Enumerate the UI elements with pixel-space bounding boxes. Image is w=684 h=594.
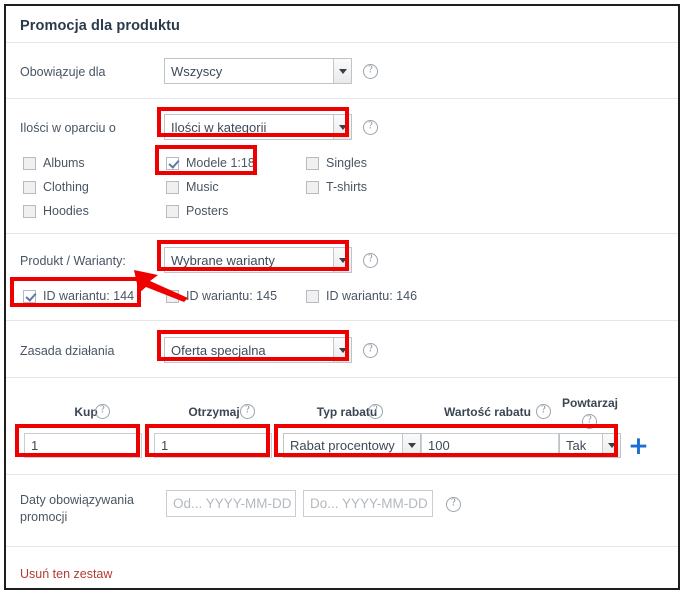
select-discount-type-value: Rabat procentowy <box>290 438 395 453</box>
select-repeat[interactable]: Tak <box>559 433 621 458</box>
chevron-down-icon[interactable] <box>333 115 351 139</box>
checkbox-label: ID wariantu: 146 <box>326 289 418 303</box>
checkbox-label: ID wariantu: 145 <box>186 289 278 303</box>
checkbox-variant-146[interactable]: ID wariantu: 146 <box>306 289 417 303</box>
divider-3 <box>6 320 678 321</box>
checkbox-label: T-shirts <box>326 180 367 194</box>
checkbox-label: Hoodies <box>43 204 89 218</box>
checkbox-label: ID wariantu: 144 <box>43 289 135 303</box>
select-applies-to[interactable]: Wszyscy <box>164 58 352 84</box>
checkbox-modele-118[interactable]: Modele 1:18 <box>166 156 255 170</box>
checkbox-box[interactable] <box>306 156 319 170</box>
checkbox-label: Posters <box>186 204 229 218</box>
checkbox-box[interactable] <box>23 204 36 218</box>
checkbox-box[interactable] <box>166 180 179 194</box>
label-quantities-based-on: Ilości w oparciu o <box>20 121 116 135</box>
checkbox-box[interactable] <box>23 180 36 194</box>
checkbox-tshirts[interactable]: T-shirts <box>306 180 367 194</box>
help-icon-quantities-based-on[interactable]: ? <box>363 120 378 135</box>
checkbox-label: Music <box>186 180 219 194</box>
help-icon-dates[interactable]: ? <box>446 497 461 512</box>
help-icon-get[interactable]: ? <box>240 404 255 419</box>
help-icon-discount-type[interactable]: ? <box>368 404 383 419</box>
checkbox-albums[interactable]: Albums <box>23 156 85 170</box>
checkbox-variant-145[interactable]: ID wariantu: 145 <box>166 289 277 303</box>
select-applies-to-value: Wszyscy <box>171 63 223 79</box>
header-repeat: Powtarzaj <box>561 396 618 410</box>
checkbox-label: Singles <box>326 156 367 170</box>
input-buy[interactable]: 1 <box>24 433 142 458</box>
select-discount-type[interactable]: Rabat procentowy <box>283 433 421 458</box>
input-date-from[interactable]: Od... YYYY-MM-DD <box>166 490 296 517</box>
chevron-down-icon[interactable] <box>333 59 351 83</box>
help-icon-action-rule[interactable]: ? <box>363 343 378 358</box>
screenshot-root: Promocja dla produktu Obowiązuje dla Wsz… <box>0 0 684 594</box>
divider-1 <box>6 98 678 99</box>
select-action-rule[interactable]: Oferta specjalna <box>164 337 352 363</box>
checkbox-box[interactable] <box>166 289 179 303</box>
select-product-variants-value: Wybrane warianty <box>171 252 275 268</box>
label-action-rule: Zasada działania <box>20 344 115 358</box>
chevron-down-icon[interactable] <box>333 248 351 272</box>
header-get: Otrzymaj <box>188 405 240 419</box>
checkbox-label: Modele 1:18 <box>186 156 255 170</box>
promotion-panel: Promocja dla produktu Obowiązuje dla Wsz… <box>4 4 680 590</box>
help-icon-buy[interactable]: ? <box>95 404 110 419</box>
chevron-down-icon[interactable] <box>602 434 620 457</box>
label-dates: Daty obowiązywania promocji <box>20 493 134 524</box>
divider-6 <box>6 546 678 547</box>
help-icon-repeat[interactable]: ? <box>582 414 597 429</box>
help-icon-discount-value[interactable]: ? <box>536 404 551 419</box>
checkbox-box-checked[interactable] <box>23 289 36 303</box>
checkbox-variant-144[interactable]: ID wariantu: 144 <box>23 289 134 303</box>
select-action-rule-value: Oferta specjalna <box>171 342 266 358</box>
checkbox-box[interactable] <box>306 180 319 194</box>
page-title: Promocja dla produktu <box>20 18 181 34</box>
select-quantities-based-on-value: Ilości w kategorii <box>171 119 267 135</box>
add-row-button[interactable]: + <box>628 433 649 458</box>
help-icon-product-variants[interactable]: ? <box>363 253 378 268</box>
checkbox-clothing[interactable]: Clothing <box>23 180 89 194</box>
label-applies-to: Obowiązuje dla <box>20 65 106 79</box>
checkbox-label: Albums <box>43 156 85 170</box>
divider-4 <box>6 377 678 378</box>
checkbox-box[interactable] <box>306 289 319 303</box>
input-date-to[interactable]: Do... YYYY-MM-DD <box>303 490 433 517</box>
delete-set-link[interactable]: Usuń ten zestaw <box>20 567 112 581</box>
checkbox-hoodies[interactable]: Hoodies <box>23 204 89 218</box>
header-buy: Kup <box>74 405 98 419</box>
help-icon-applies-to[interactable]: ? <box>363 64 378 79</box>
label-product-variants: Produkt / Warianty: <box>20 254 126 268</box>
divider-5 <box>6 474 678 475</box>
header-discount-value: Wartość rabatu <box>444 405 531 419</box>
checkbox-box[interactable] <box>23 156 36 170</box>
input-discount-value[interactable]: 100 <box>421 433 559 458</box>
checkbox-music[interactable]: Music <box>166 180 219 194</box>
checkbox-label: Clothing <box>43 180 89 194</box>
input-get[interactable]: 1 <box>154 433 272 458</box>
checkbox-box[interactable] <box>166 204 179 218</box>
checkbox-posters[interactable]: Posters <box>166 204 228 218</box>
checkbox-box-checked[interactable] <box>166 156 179 170</box>
chevron-down-icon[interactable] <box>333 338 351 362</box>
select-product-variants[interactable]: Wybrane warianty <box>164 247 352 273</box>
divider-header <box>6 42 678 43</box>
select-quantities-based-on[interactable]: Ilości w kategorii <box>164 114 352 140</box>
select-repeat-value: Tak <box>566 438 587 453</box>
chevron-down-icon[interactable] <box>402 434 420 457</box>
checkbox-singles[interactable]: Singles <box>306 156 367 170</box>
divider-2 <box>6 233 678 234</box>
